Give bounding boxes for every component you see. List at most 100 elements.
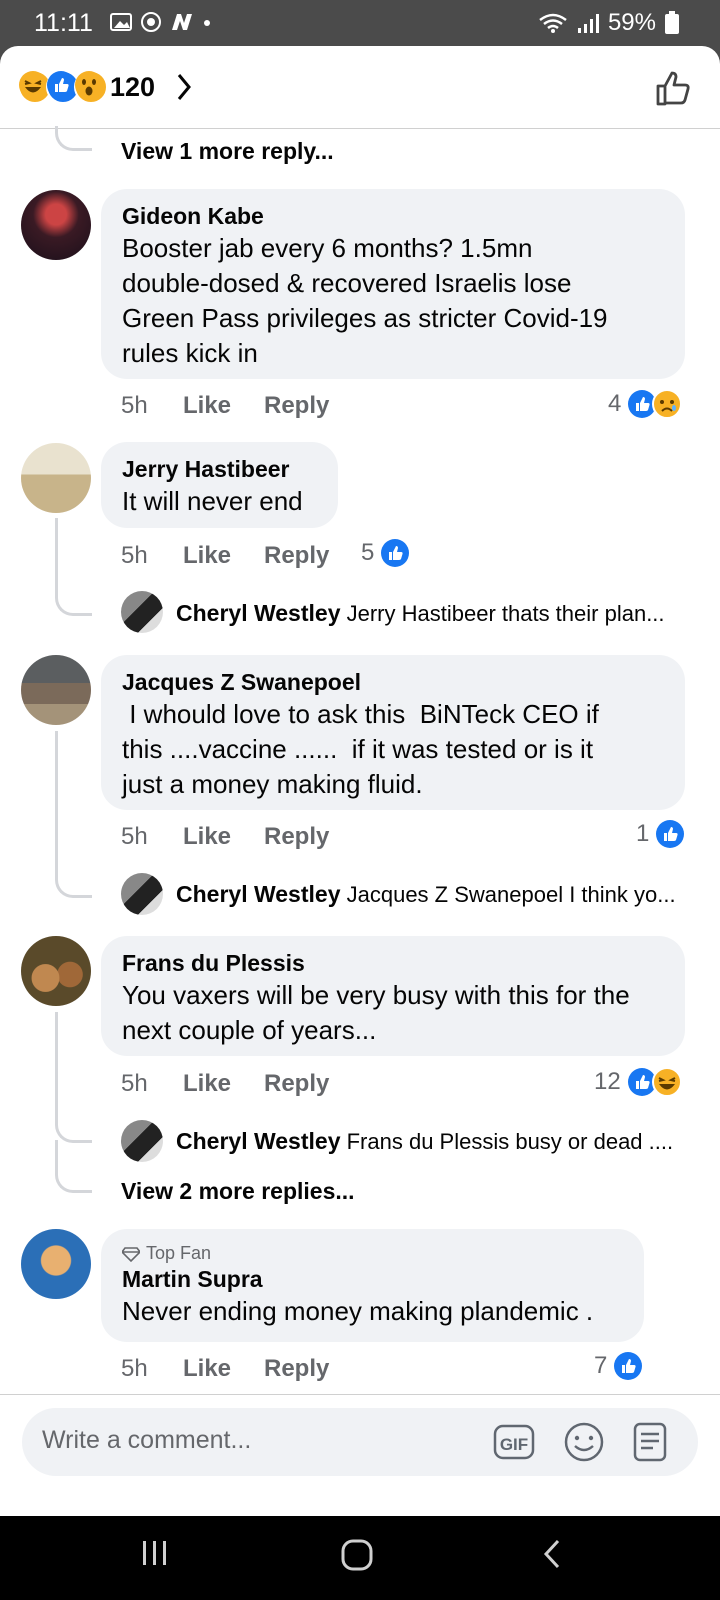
back-icon[interactable] — [540, 1538, 564, 1570]
thread-line — [55, 1140, 92, 1193]
comment-time[interactable]: 5h — [121, 542, 148, 570]
avatar[interactable] — [121, 873, 163, 915]
like-button[interactable]: Like — [183, 1070, 231, 1098]
like-outline-icon[interactable] — [654, 68, 694, 108]
reply-text: Jerry Hastibeer thats their plan... — [346, 601, 665, 626]
comments-sheet: 120 View 1 more reply... Gideon Kabe Boo… — [0, 46, 720, 1516]
status-right: 59% — [538, 9, 680, 37]
comment-reactions[interactable]: 12 — [594, 1067, 682, 1097]
recent-apps-icon[interactable] — [140, 1538, 170, 1568]
reaction-number: 12 — [594, 1068, 621, 1095]
comment-author[interactable]: Frans du Plessis — [122, 948, 665, 978]
comment-text: I whould love to ask this BiNTeck CEO if… — [122, 699, 599, 799]
like-button[interactable]: Like — [183, 1355, 231, 1383]
gallery-icon — [110, 13, 132, 31]
comment-bubble: Top Fan Martin Supra Never ending money … — [101, 1229, 644, 1342]
comment-reactions[interactable]: 5 — [361, 538, 410, 568]
reply-button[interactable]: Reply — [264, 1355, 329, 1383]
comment-bubble: Gideon Kabe Booster jab every 6 months? … — [101, 189, 685, 379]
top-fan-badge: Top Fan — [122, 1243, 624, 1264]
sticker-icon[interactable] — [628, 1420, 672, 1464]
like-button[interactable]: Like — [183, 823, 231, 851]
comment-reactions[interactable]: 1 — [636, 819, 685, 849]
thread-line — [55, 518, 92, 616]
reply-preview[interactable]: Cheryl Westley Jerry Hastibeer thats the… — [176, 600, 665, 627]
reply-author[interactable]: Cheryl Westley — [176, 881, 340, 907]
comment-bubble: Frans du Plessis You vaxers will be very… — [101, 936, 685, 1056]
svg-text:GIF: GIF — [500, 1435, 528, 1454]
view-more-replies[interactable]: View 1 more reply... — [121, 138, 334, 165]
comment-author[interactable]: Jacques Z Swanepoel — [122, 667, 665, 697]
avatar[interactable] — [121, 591, 163, 633]
reply-preview[interactable]: Cheryl Westley Jacques Z Swanepoel I thi… — [176, 881, 676, 908]
reaction-number: 7 — [594, 1352, 608, 1379]
avatar[interactable] — [21, 936, 91, 1006]
home-icon[interactable] — [340, 1538, 374, 1572]
gif-button[interactable]: GIF — [492, 1420, 536, 1464]
thread-line — [55, 126, 92, 151]
reply-button[interactable]: Reply — [264, 392, 329, 420]
notification-icons — [110, 11, 212, 33]
comment-time[interactable]: 5h — [121, 392, 148, 420]
comment-time[interactable]: 5h — [121, 1355, 148, 1383]
reaction-number: 1 — [636, 820, 650, 847]
avatar[interactable] — [21, 443, 91, 513]
reaction-summary[interactable] — [18, 70, 108, 104]
like-button[interactable]: Like — [183, 542, 231, 570]
comment-text: You vaxers will be very busy with this f… — [122, 980, 630, 1045]
like-button[interactable]: Like — [183, 392, 231, 420]
reply-button[interactable]: Reply — [264, 1070, 329, 1098]
diamond-icon — [122, 1246, 140, 1262]
comment-placeholder: Write a comment... — [42, 1426, 252, 1454]
comment-author[interactable]: Martin Supra — [122, 1264, 624, 1294]
view-more-replies[interactable]: View 2 more replies... — [121, 1178, 355, 1205]
emoji-icon[interactable] — [562, 1420, 606, 1464]
news-icon — [172, 14, 192, 30]
whatsapp-icon — [141, 12, 161, 32]
comment-bubble: Jacques Z Swanepoel I whould love to ask… — [101, 655, 685, 810]
sad-icon — [652, 389, 683, 419]
chevron-right-icon[interactable] — [176, 72, 192, 102]
wifi-icon — [539, 13, 567, 33]
reply-author[interactable]: Cheryl Westley — [176, 600, 340, 626]
wow-icon — [74, 70, 108, 104]
thread-line — [55, 1012, 92, 1143]
reactions-header: 120 — [0, 46, 720, 129]
comment-reactions[interactable]: 7 — [594, 1351, 643, 1381]
comment-reactions[interactable]: 4 — [608, 389, 683, 419]
comment-composer: Write a comment... GIF — [0, 1394, 720, 1516]
reply-text: Jacques Z Swanepoel I think yo... — [346, 882, 676, 907]
avatar[interactable] — [21, 655, 91, 725]
comment-input[interactable]: Write a comment... GIF — [22, 1408, 698, 1476]
reply-author[interactable]: Cheryl Westley — [176, 1128, 340, 1154]
comment-text: Booster jab every 6 months? 1.5mn double… — [122, 233, 608, 368]
reply-preview[interactable]: Cheryl Westley Frans du Plessis busy or … — [176, 1128, 673, 1155]
top-fan-label: Top Fan — [146, 1243, 212, 1263]
avatar[interactable] — [21, 1229, 91, 1299]
reply-text: Frans du Plessis busy or dead .... — [346, 1129, 674, 1154]
status-time: 11:11 — [34, 9, 93, 37]
thread-line — [55, 731, 92, 898]
reply-button[interactable]: Reply — [264, 823, 329, 851]
comment-time[interactable]: 5h — [121, 823, 148, 851]
like-icon — [614, 1352, 643, 1380]
status-bar: 11:11 59% — [0, 0, 720, 46]
comment-text: It will never end — [122, 486, 303, 516]
battery-icon — [665, 11, 679, 34]
comment-author[interactable]: Gideon Kabe — [122, 201, 665, 231]
signal-icon — [577, 14, 599, 33]
haha-icon — [651, 1067, 682, 1097]
avatar[interactable] — [121, 1120, 163, 1162]
reaction-count[interactable]: 120 — [110, 72, 155, 103]
comment-author[interactable]: Jerry Hastibeer — [122, 454, 318, 484]
comment-bubble: Jerry Hastibeer It will never end — [101, 442, 338, 528]
reaction-number: 4 — [608, 390, 622, 417]
battery-percent: 59% — [607, 9, 656, 36]
reply-button[interactable]: Reply — [264, 542, 329, 570]
reaction-number: 5 — [361, 539, 375, 566]
like-icon — [656, 820, 685, 848]
like-icon — [381, 539, 410, 567]
comment-text: Never ending money making plandemic . — [122, 1296, 594, 1326]
comment-time[interactable]: 5h — [121, 1070, 148, 1098]
avatar[interactable] — [21, 190, 91, 260]
